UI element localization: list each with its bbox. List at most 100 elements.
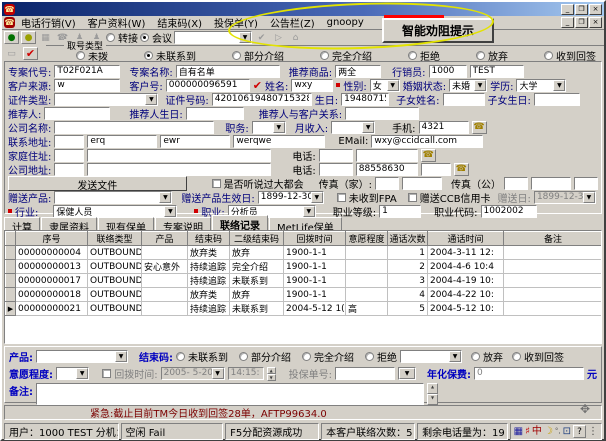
- dial-home-button[interactable]: ☎: [421, 149, 436, 162]
- company-phone-area-field[interactable]: [319, 163, 353, 176]
- table-row-selected[interactable]: ▶00000000021OUTBOUND持续追踪未联系到2004-5-12 1(…: [6, 302, 603, 316]
- table-row[interactable]: 00000000018OUTBOUND放弃类放弃1900-1-142004-4-…: [6, 288, 603, 302]
- result-product-select[interactable]: ▼: [36, 350, 128, 363]
- referrer-relation-field[interactable]: [345, 107, 419, 120]
- customer-source-field[interactable]: [54, 79, 120, 92]
- minimize-button[interactable]: _: [561, 4, 574, 15]
- dial-mobile-button[interactable]: ☎: [472, 121, 487, 134]
- heard-metlife-checkbox[interactable]: [212, 179, 221, 188]
- col-remark[interactable]: 备注: [504, 232, 603, 246]
- email-field[interactable]: [371, 135, 483, 148]
- keyboard-icon[interactable]: ▦: [514, 424, 523, 439]
- fax-office-ext-field[interactable]: [574, 177, 598, 190]
- tab-metlife-policies[interactable]: MetLife保单: [269, 217, 342, 230]
- col-end-code-2[interactable]: 二级结束码: [230, 232, 284, 246]
- time-spinner[interactable]: ▲▼: [267, 367, 276, 380]
- menu-item-gnoopy[interactable]: gnoopy: [321, 17, 370, 28]
- project-name-field[interactable]: [176, 65, 280, 78]
- education-select[interactable]: 大学▼: [516, 79, 566, 92]
- home-phone-area-field[interactable]: [319, 149, 353, 162]
- company-name-field[interactable]: [54, 121, 214, 134]
- col-call-time[interactable]: 通话时间: [428, 232, 504, 246]
- mdi-close-button[interactable]: ×: [589, 17, 602, 28]
- mdi-minimize-button[interactable]: _: [561, 17, 574, 28]
- col-call-count[interactable]: 通话次数: [388, 232, 428, 246]
- radio-end-receipt-received[interactable]: 收到回签: [512, 349, 564, 364]
- contact-zip-field[interactable]: [54, 135, 84, 148]
- table-row[interactable]: 00000000017OUTBOUND持续追踪未联系到1900-1-132004…: [6, 274, 603, 288]
- tab-calculate[interactable]: 计算: [4, 217, 40, 230]
- home-zip-field[interactable]: [54, 149, 84, 162]
- moon-icon[interactable]: ☽: [544, 424, 553, 439]
- birthday-field[interactable]: [341, 93, 389, 106]
- close-button[interactable]: ×: [589, 4, 602, 15]
- col-end-code[interactable]: 结束码: [188, 232, 230, 246]
- id-type-select[interactable]: ▼: [54, 93, 158, 106]
- table-row[interactable]: 00000000004OUTBOUND放弃类放弃1900-1-112004-3-…: [6, 246, 603, 260]
- col-product[interactable]: 产品: [142, 232, 188, 246]
- menu-item-end-code[interactable]: 结束码(X): [151, 15, 208, 30]
- fax-home-area-field[interactable]: [375, 177, 399, 190]
- menu-item-customer-data[interactable]: 客户资料(W): [82, 15, 152, 30]
- monthly-income-select[interactable]: ▼: [331, 121, 375, 134]
- col-seq[interactable]: 序号: [16, 232, 88, 246]
- forward-icon[interactable]: ▷: [271, 31, 286, 44]
- col-callback-time[interactable]: 回拨时间: [284, 232, 346, 246]
- contact-address-field-1[interactable]: [87, 135, 157, 148]
- policy-no-field[interactable]: [335, 367, 395, 380]
- maximize-button[interactable]: ❐: [575, 4, 588, 15]
- company-phone-field[interactable]: [356, 163, 418, 176]
- gender-select[interactable]: 女▼: [370, 79, 400, 92]
- fpa-checkbox[interactable]: [337, 193, 346, 202]
- home-phone-field[interactable]: [356, 149, 418, 162]
- child-birthday-field[interactable]: [534, 93, 580, 106]
- gift-product-select[interactable]: ▼: [54, 191, 172, 204]
- fax-office-field[interactable]: [531, 177, 571, 190]
- radio-transfer[interactable]: 转接: [106, 30, 138, 45]
- willingness-select[interactable]: ▼: [56, 367, 89, 380]
- ccb-checkbox[interactable]: [408, 193, 417, 202]
- verify-check-icon[interactable]: ✔: [253, 79, 262, 92]
- radio-conference[interactable]: 会议: [140, 30, 172, 45]
- chevron-down-icon[interactable]: ▼: [239, 32, 251, 43]
- fax-office-area-field[interactable]: [504, 177, 528, 190]
- mobile-field[interactable]: [419, 121, 469, 134]
- spin-up-icon[interactable]: ▲: [427, 383, 438, 394]
- col-willingness[interactable]: 意愿程度: [346, 232, 388, 246]
- radio-end-full-intro[interactable]: 完全介绍: [302, 349, 354, 364]
- answer-button[interactable]: ●: [21, 31, 36, 44]
- agent-id-field[interactable]: [429, 65, 467, 78]
- hold-icon[interactable]: ▦: [38, 31, 53, 44]
- radio-end-not-reached[interactable]: 未联系到: [176, 349, 228, 364]
- menu-item-policy[interactable]: 投保单(Y): [208, 15, 264, 30]
- assign-icon[interactable]: ▭: [4, 47, 19, 60]
- menu-item-bulletin[interactable]: 公告栏(Z): [264, 15, 321, 30]
- dial-company-button[interactable]: ☎: [454, 163, 469, 176]
- tab-contact-records[interactable]: 联络记录: [212, 215, 268, 230]
- annual-premium-field[interactable]: [474, 367, 584, 380]
- signal-icon[interactable]: ♯: [525, 424, 530, 439]
- policy-no-select[interactable]: ▼: [398, 367, 416, 380]
- recommend-product-field[interactable]: [335, 65, 381, 78]
- degree-icon[interactable]: °,: [555, 424, 561, 439]
- contact-address-field-3[interactable]: [233, 135, 325, 148]
- end-code-select[interactable]: ▼: [400, 350, 462, 363]
- gift-effective-select[interactable]: 1899-12-30▼: [258, 191, 324, 204]
- tab-existing-policies[interactable]: 现有保单: [98, 217, 154, 230]
- company-phone-ext-field[interactable]: [421, 163, 451, 176]
- project-code-field[interactable]: [54, 65, 120, 78]
- mdi-restore-button[interactable]: ❐: [575, 17, 588, 28]
- radio-end-abandoned[interactable]: 放弃: [471, 349, 503, 364]
- radio-end-partial-intro[interactable]: 部分介绍: [239, 349, 291, 364]
- monitor-icon[interactable]: ⊡: [563, 424, 571, 439]
- customer-no-field[interactable]: [166, 79, 250, 92]
- referrer-birthday-field[interactable]: [186, 107, 244, 120]
- referrer-field[interactable]: [44, 107, 110, 120]
- contact-address-field-2[interactable]: [160, 135, 230, 148]
- send-file-button[interactable]: 发送文件: [8, 176, 187, 191]
- agent-name-field[interactable]: [470, 65, 524, 78]
- marital-select[interactable]: 未婚▼: [449, 79, 487, 92]
- more-icon[interactable]: ⋮: [588, 424, 598, 439]
- callback-checkbox[interactable]: [102, 369, 111, 378]
- radio-end-rejected[interactable]: 拒绝: [365, 349, 397, 364]
